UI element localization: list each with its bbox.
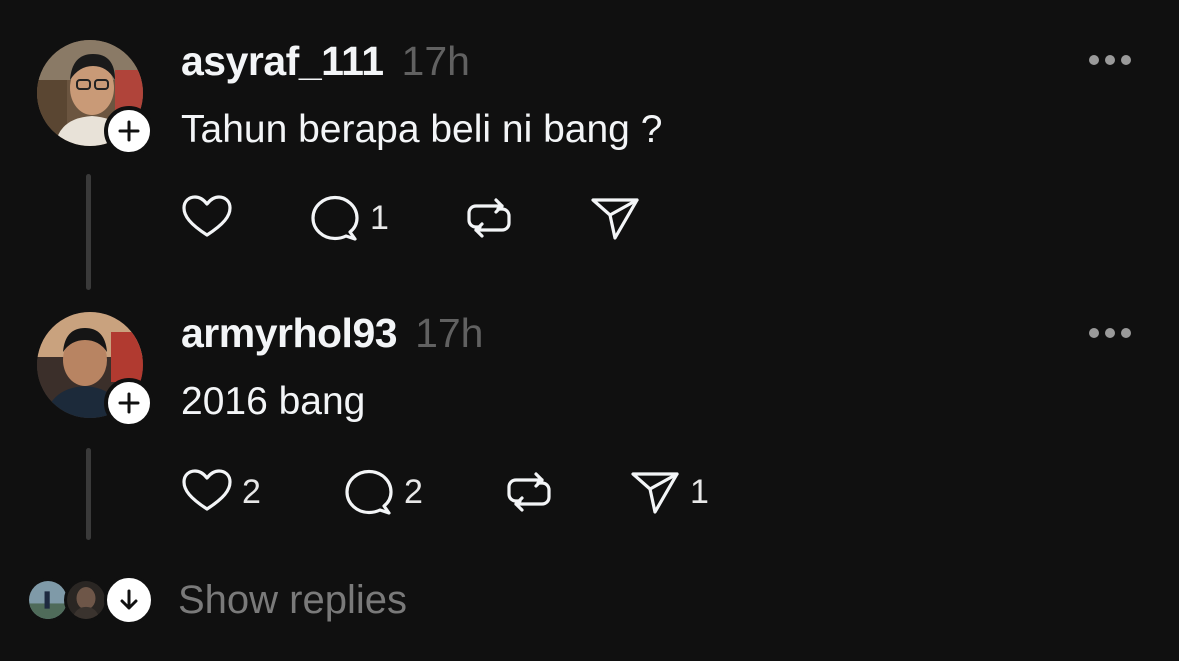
repost-button[interactable] [462,190,516,246]
reply-avatar [64,578,108,622]
send-icon [631,472,679,514]
share-count: 1 [690,472,709,511]
action-bar: 1 [180,190,780,246]
send-icon [591,198,639,240]
repost-button[interactable] [502,464,556,520]
expand-button[interactable] [104,575,154,625]
username[interactable]: asyraf_111 [181,38,384,85]
thread-line [86,174,91,290]
repost-icon [507,472,551,512]
like-count: 2 [242,472,261,511]
follow-button[interactable] [104,106,154,156]
share-button[interactable] [588,190,642,246]
show-replies-label: Show replies [178,578,408,622]
comment-text: 2016 bang [181,380,366,423]
follow-button[interactable] [104,378,154,428]
plus-icon [118,392,140,414]
more-icon[interactable] [1089,54,1131,66]
like-button[interactable]: 2 [180,464,261,520]
heart-icon [182,469,232,511]
reply-button[interactable]: 2 [342,464,423,520]
arrow-down-icon [120,589,138,610]
action-bar: 2 2 1 [180,464,780,520]
repost-icon [467,198,511,238]
comment-header: armyrhol93 17h [181,310,483,357]
more-icon[interactable] [1089,327,1131,339]
plus-icon [118,120,140,142]
timestamp: 17h [415,310,484,356]
comment-icon [345,469,393,515]
heart-icon [182,195,232,237]
comment-text: Tahun berapa beli ni bang ? [181,108,663,151]
comment: armyrhol93 17h 2016 bang 2 2 1 [0,290,1179,550]
reply-count: 2 [404,472,423,511]
thread-line [86,448,91,540]
username[interactable]: armyrhol93 [181,310,398,357]
comment-header: asyraf_111 17h [181,38,470,85]
like-button[interactable] [180,190,234,246]
comment-icon [311,195,359,241]
reply-button[interactable]: 1 [308,190,389,246]
timestamp: 17h [401,38,470,84]
share-button[interactable]: 1 [628,464,709,520]
comment: asyraf_111 17h Tahun berapa beli ni bang… [0,0,1179,290]
reply-count: 1 [370,198,389,237]
